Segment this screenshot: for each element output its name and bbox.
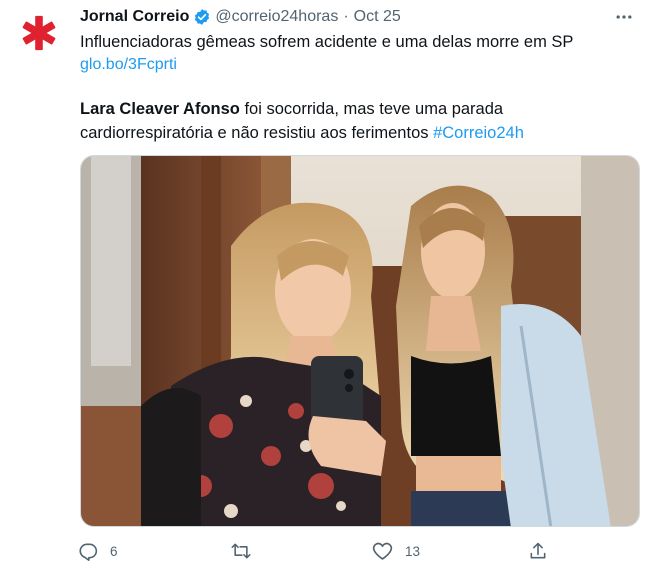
like-count: 13 (405, 543, 421, 559)
reply-icon (79, 543, 98, 561)
share-button[interactable] (528, 541, 548, 561)
reply-button[interactable]: 6 (78, 541, 118, 561)
heart-icon (372, 542, 393, 560)
account-handle[interactable]: @correio24horas (215, 8, 338, 26)
tweet-paragraph-text-a: foi socorrida, mas teve uma parada (239, 100, 504, 118)
tweet-bold-name: Lara Cleaver Afonso (80, 100, 240, 118)
header-separator: · (343, 8, 349, 25)
display-name[interactable]: Jornal Correio (80, 8, 189, 26)
verified-badge-icon (193, 8, 211, 26)
tweet-card[interactable]: Jornal Correio @correio24horas · Oct 25 … (0, 0, 656, 583)
tweet-link[interactable]: glo.bo/3Fcprti (80, 54, 177, 76)
retweet-icon (231, 543, 251, 559)
tweet-paragraph: Lara Cleaver Afonso foi socorrida, mas t… (80, 97, 640, 145)
share-icon (530, 542, 546, 559)
tweet-header: Jornal Correio @correio24horas · Oct 25 (80, 6, 642, 28)
tweet-date[interactable]: Oct 25 (354, 8, 401, 26)
avatar[interactable] (16, 10, 62, 56)
tweet-photo[interactable] (80, 155, 640, 527)
more-options-icon[interactable] (612, 6, 636, 28)
retweet-button[interactable] (230, 541, 264, 561)
reply-count: 6 (110, 543, 118, 559)
hashtag-link[interactable]: #Correio24h (433, 124, 524, 142)
tweet-paragraph-text-b: cardiorrespiratória e não resistiu aos f… (80, 124, 434, 142)
asterisk-logo-icon (22, 15, 56, 51)
like-button[interactable]: 13 (372, 541, 420, 561)
tweet-text-line: Influenciadoras gêmeas sofrem acidente e… (80, 33, 574, 51)
action-bar: 6 13 (78, 538, 558, 568)
